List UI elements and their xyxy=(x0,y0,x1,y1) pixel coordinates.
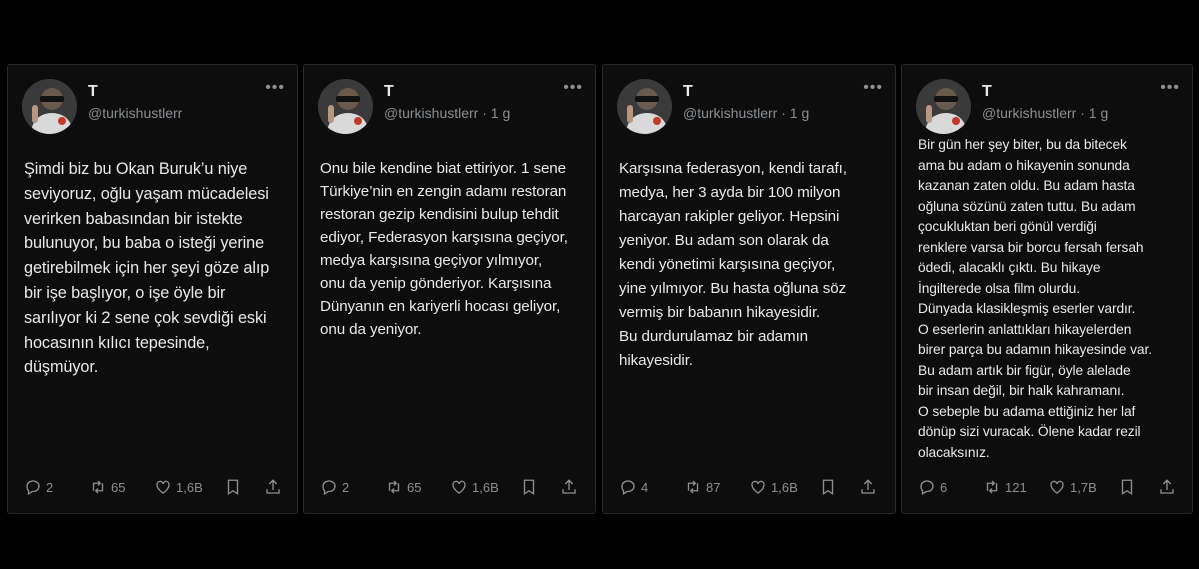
reply-icon xyxy=(322,480,336,495)
reply-count: 2 xyxy=(46,479,54,495)
avatar[interactable] xyxy=(318,79,373,134)
user-handle[interactable]: @turkishustlerr xyxy=(88,105,182,121)
retweet-icon xyxy=(388,480,400,494)
tweet-text: Onu bile kendine biat ettiriyor. 1 sene … xyxy=(320,160,568,338)
retweet-button[interactable]: 121 xyxy=(983,477,1027,497)
reply-count: 2 xyxy=(342,479,350,495)
display-name[interactable]: T xyxy=(683,83,693,101)
like-count: 1,7B xyxy=(1070,479,1097,495)
bookmark-icon xyxy=(523,479,535,496)
retweet-count: 121 xyxy=(1005,479,1027,495)
reply-count: 6 xyxy=(940,479,948,495)
screenshot-collage: T @turkishustlerr ••• Şimdi biz bu Okan … xyxy=(0,0,1199,569)
retweet-button[interactable]: 87 xyxy=(684,477,720,497)
retweet-count: 65 xyxy=(407,479,422,495)
avatar[interactable] xyxy=(22,79,77,134)
retweet-button[interactable]: 65 xyxy=(385,477,421,497)
retweet-icon xyxy=(92,480,104,494)
reply-icon xyxy=(26,480,40,495)
more-horizontal-icon[interactable]: ••• xyxy=(563,80,583,96)
tweet-actions: 2 65 1,6B xyxy=(24,477,285,497)
like-button[interactable]: 1,7B xyxy=(1048,477,1097,497)
like-count: 1,6B xyxy=(771,479,798,495)
retweet-count: 87 xyxy=(706,479,721,495)
retweet-icon xyxy=(986,480,998,494)
tweet-card[interactable]: T @turkishustlerr · 1 g ••• Bir gün her … xyxy=(901,64,1193,514)
tweet-text: Bir gün her şey biter, bu da bitecek ama… xyxy=(918,137,1152,460)
reply-icon xyxy=(920,480,934,495)
reply-button[interactable]: 6 xyxy=(918,477,947,497)
tweet-actions: 4 87 1,6B xyxy=(619,477,883,497)
share-icon xyxy=(1160,479,1174,494)
share-icon xyxy=(266,479,280,494)
share-icon xyxy=(562,479,576,494)
user-handle[interactable]: @turkishustlerr · 1 g xyxy=(982,105,1108,121)
heart-icon xyxy=(156,480,170,494)
retweet-icon xyxy=(687,480,699,494)
avatar[interactable] xyxy=(617,79,672,134)
user-handle[interactable]: @turkishustlerr · 1 g xyxy=(384,105,510,121)
heart-icon xyxy=(1050,480,1064,494)
tweet-card[interactable]: T @turkishustlerr · 1 g ••• Onu bile ken… xyxy=(303,64,596,514)
bookmark-icon xyxy=(227,479,239,496)
tweet-text: Şimdi biz bu Okan Buruk’u niye seviyoruz… xyxy=(24,160,270,377)
reply-count: 4 xyxy=(641,479,649,495)
tweet-card[interactable]: T @turkishustlerr ••• Şimdi biz bu Okan … xyxy=(7,64,298,514)
retweet-count: 65 xyxy=(111,479,126,495)
display-name[interactable]: T xyxy=(982,83,992,101)
bookmark-button[interactable] xyxy=(224,477,242,497)
bookmark-icon xyxy=(1121,479,1133,496)
retweet-button[interactable]: 65 xyxy=(89,477,125,497)
display-name[interactable]: T xyxy=(88,83,98,101)
tweet-text: Karşısına federasyon, kendi tarafı, medy… xyxy=(619,160,847,369)
share-button[interactable] xyxy=(560,477,578,497)
reply-button[interactable]: 4 xyxy=(619,477,648,497)
avatar[interactable] xyxy=(916,79,971,134)
more-horizontal-icon[interactable]: ••• xyxy=(265,80,285,96)
like-button[interactable]: 1,6B xyxy=(154,477,203,497)
display-name[interactable]: T xyxy=(384,83,394,101)
like-count: 1,6B xyxy=(176,479,203,495)
bookmark-button[interactable] xyxy=(819,477,837,497)
tweet-actions: 2 65 1,6B xyxy=(320,477,583,497)
user-handle[interactable]: @turkishustlerr · 1 g xyxy=(683,105,809,121)
more-horizontal-icon[interactable]: ••• xyxy=(863,80,883,96)
reply-icon xyxy=(621,480,635,495)
heart-icon xyxy=(452,480,466,494)
share-icon xyxy=(861,479,875,494)
share-button[interactable] xyxy=(264,477,282,497)
reply-button[interactable]: 2 xyxy=(320,477,349,497)
heart-icon xyxy=(751,480,765,494)
bookmark-button[interactable] xyxy=(1118,477,1136,497)
more-horizontal-icon[interactable]: ••• xyxy=(1160,80,1180,96)
like-button[interactable]: 1,6B xyxy=(749,477,798,497)
share-button[interactable] xyxy=(1158,477,1176,497)
bookmark-icon xyxy=(822,479,834,496)
share-button[interactable] xyxy=(859,477,877,497)
reply-button[interactable]: 2 xyxy=(24,477,53,497)
tweet-actions: 6 121 1,7B xyxy=(918,477,1180,497)
like-button[interactable]: 1,6B xyxy=(450,477,499,497)
like-count: 1,6B xyxy=(472,479,499,495)
tweet-card[interactable]: T @turkishustlerr · 1 g ••• Karşısına fe… xyxy=(602,64,896,514)
bookmark-button[interactable] xyxy=(520,477,538,497)
